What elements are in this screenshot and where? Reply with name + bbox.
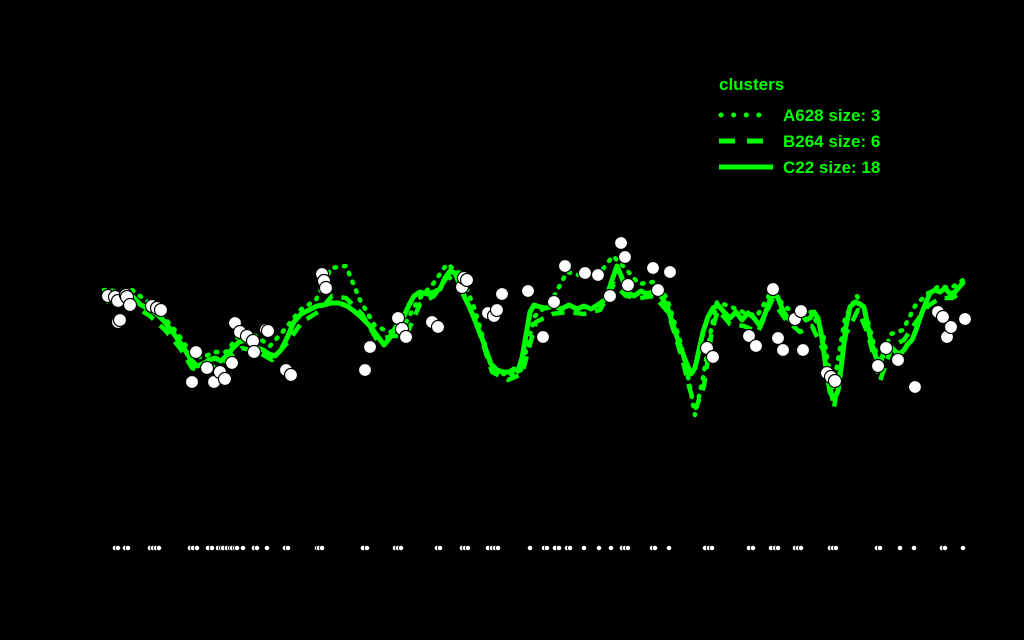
scatter-point bbox=[184, 374, 200, 390]
scatter-point bbox=[557, 258, 573, 274]
rug-point bbox=[397, 544, 405, 552]
legend-solid-line-sample bbox=[719, 164, 773, 170]
rug-point bbox=[543, 544, 551, 552]
rug-point bbox=[263, 544, 271, 552]
scatter-point bbox=[260, 323, 276, 339]
rug-point bbox=[253, 544, 261, 552]
scatter-point bbox=[775, 342, 791, 358]
scatter-point bbox=[590, 267, 606, 283]
scatter-point bbox=[112, 312, 128, 328]
rug-point bbox=[708, 544, 716, 552]
legend-dashed-line-sample bbox=[719, 138, 773, 144]
rug-point bbox=[233, 544, 241, 552]
scatter-point bbox=[645, 260, 661, 276]
rug-point bbox=[624, 544, 632, 552]
scatter-point bbox=[283, 367, 299, 383]
rug-point bbox=[526, 544, 534, 552]
scatter-point bbox=[224, 355, 240, 371]
legend-entry-a628: A628 size: 3 bbox=[716, 102, 880, 128]
rug-point bbox=[910, 544, 918, 552]
scatter-point bbox=[577, 265, 593, 281]
scatter-point bbox=[890, 352, 906, 368]
legend-title: clusters bbox=[719, 75, 785, 94]
rug-point bbox=[284, 544, 292, 552]
rug-point bbox=[239, 544, 247, 552]
rug-point bbox=[193, 544, 201, 552]
rug-point bbox=[651, 544, 659, 552]
chart-figure: clusters A628 size: 3 B264 size: 6 C22 s… bbox=[0, 0, 1024, 640]
rug-point bbox=[959, 544, 967, 552]
rug-point bbox=[665, 544, 673, 552]
scatter-point bbox=[662, 264, 678, 280]
scatter-point bbox=[122, 297, 138, 313]
rug-point bbox=[436, 544, 444, 552]
rug-point bbox=[749, 544, 757, 552]
scatter-point bbox=[494, 286, 510, 302]
legend-entry-b264: B264 size: 6 bbox=[716, 128, 880, 154]
rug-point bbox=[797, 544, 805, 552]
rug-point bbox=[464, 544, 472, 552]
scatter-point bbox=[617, 249, 633, 265]
scatter-point bbox=[459, 272, 475, 288]
rug-point bbox=[155, 544, 163, 552]
rug-point bbox=[876, 544, 884, 552]
scatter-point bbox=[546, 294, 562, 310]
scatter-point bbox=[613, 235, 629, 251]
legend-entry-label: C22 size: 18 bbox=[783, 157, 881, 177]
legend-entry-label: A628 size: 3 bbox=[783, 105, 881, 125]
scatter-point bbox=[602, 288, 618, 304]
scatter-point bbox=[217, 371, 233, 387]
scatter-point bbox=[650, 282, 666, 298]
scatter-point bbox=[770, 330, 786, 346]
scatter-point bbox=[199, 360, 215, 376]
rug-point bbox=[363, 544, 371, 552]
scatter-point bbox=[398, 329, 414, 345]
scatter-point bbox=[318, 280, 334, 296]
scatter-point bbox=[153, 302, 169, 318]
rug-point bbox=[595, 544, 603, 552]
rug-point bbox=[941, 544, 949, 552]
scatter-point bbox=[489, 302, 505, 318]
scatter-point bbox=[520, 283, 536, 299]
scatter-point bbox=[870, 358, 886, 374]
rug-point bbox=[774, 544, 782, 552]
scatter-point bbox=[188, 344, 204, 360]
scatter-point bbox=[362, 339, 378, 355]
scatter-point bbox=[878, 340, 894, 356]
rug-point bbox=[555, 544, 563, 552]
scatter-point bbox=[765, 281, 781, 297]
scatter-point bbox=[795, 342, 811, 358]
scatter-point bbox=[705, 349, 721, 365]
chart-legend: clusters A628 size: 3 B264 size: 6 C22 s… bbox=[716, 76, 880, 180]
rug-points bbox=[111, 544, 967, 552]
scatter-point bbox=[430, 319, 446, 335]
scatter-point bbox=[827, 373, 843, 389]
scatter-point bbox=[748, 338, 764, 354]
rug-point bbox=[208, 544, 216, 552]
scatter-point bbox=[246, 344, 262, 360]
rug-point bbox=[566, 544, 574, 552]
rug-point bbox=[124, 544, 132, 552]
rug-point bbox=[494, 544, 502, 552]
scatter-point bbox=[907, 379, 923, 395]
scatter-point bbox=[793, 303, 809, 319]
legend-entry-label: B264 size: 6 bbox=[783, 131, 881, 151]
rug-point bbox=[896, 544, 904, 552]
rug-point bbox=[607, 544, 615, 552]
scatter-point bbox=[357, 362, 373, 378]
rug-point bbox=[580, 544, 588, 552]
rug-point bbox=[114, 544, 122, 552]
series-lines bbox=[101, 253, 966, 418]
rug-point bbox=[318, 544, 326, 552]
legend-entry-c22: C22 size: 18 bbox=[716, 154, 880, 180]
scatter-point bbox=[957, 311, 973, 327]
scatter-point bbox=[620, 277, 636, 293]
scatter-point bbox=[943, 319, 959, 335]
rug-point bbox=[832, 544, 840, 552]
legend-dotted-line-sample bbox=[718, 112, 774, 118]
scatter-point bbox=[535, 329, 551, 345]
